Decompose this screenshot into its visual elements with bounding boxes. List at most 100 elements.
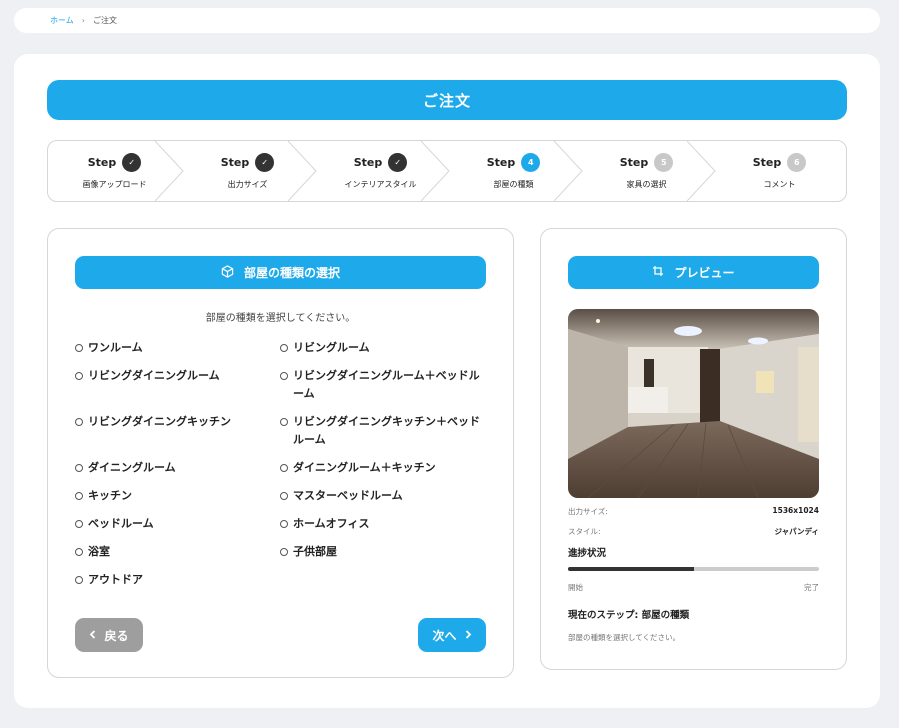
current-step-description: 部屋の種類を選択してください。	[568, 633, 681, 642]
preview-panel-header: プレビュー	[568, 256, 819, 289]
chevron-left-icon	[89, 628, 96, 642]
room-type-option[interactable]: ベッドルーム	[75, 515, 280, 533]
room-type-option-label: リビングダイニングルーム	[88, 369, 220, 382]
preview-panel: プレビュー 出力サイズ: 1536x1024 スタイル: ジャパンディ 進捗状況…	[540, 228, 847, 670]
option-row: リビングダイニングルーム リビングダイニングルーム＋ベッドルーム	[75, 367, 495, 403]
room-type-option-label: リビングダイニングキッチン	[88, 415, 231, 428]
radio-button[interactable]	[75, 372, 83, 380]
step-word: Step	[752, 155, 782, 169]
step-number-badge: 5	[654, 152, 674, 172]
step-word: Step	[353, 155, 383, 169]
radio-button[interactable]	[280, 492, 288, 500]
back-button-label: 戻る	[104, 628, 129, 643]
option-row: アウトドア	[75, 571, 495, 589]
room-type-instruction: 部屋の種類を選択してください。	[205, 313, 356, 324]
room-type-option-label: ダイニングルーム	[88, 461, 176, 474]
step-header: Step 5	[619, 152, 674, 172]
room-type-option[interactable]: リビングダイニングルーム＋ベッドルーム	[280, 367, 485, 403]
room-type-option-label: キッチン	[88, 489, 132, 502]
room-type-panel-title: 部屋の種類の選択	[243, 266, 340, 280]
room-type-panel-header: 部屋の種類の選択	[75, 256, 486, 289]
radio-button[interactable]	[280, 344, 288, 352]
room-type-option[interactable]: リビングダイニングルーム	[75, 367, 280, 403]
preview-panel-title: プレビュー	[674, 266, 735, 280]
step-word: Step	[619, 155, 649, 169]
cube-icon	[221, 264, 234, 281]
step-number-badge: 4	[521, 152, 541, 172]
room-type-option[interactable]: リビングダイニングキッチン＋ベッドルーム	[280, 413, 485, 449]
step-label: 家具の選択	[626, 179, 667, 189]
step-label: 部屋の種類	[493, 179, 534, 189]
room-type-option-label: リビングダイニングルーム＋ベッドルーム	[293, 369, 480, 400]
room-type-option[interactable]: ワンルーム	[75, 339, 280, 357]
room-type-option-label: 浴室	[88, 545, 110, 558]
check-icon: ✓	[388, 152, 408, 172]
room-type-option-label: マスターベッドルーム	[293, 489, 403, 502]
step-header: Step ✓	[88, 152, 142, 172]
radio-button[interactable]	[280, 372, 288, 380]
step-label: 出力サイズ	[227, 179, 268, 189]
radio-button[interactable]	[280, 418, 288, 426]
radio-button[interactable]	[75, 344, 83, 352]
radio-button[interactable]	[75, 464, 83, 472]
breadcrumb-current: ご注文	[92, 16, 117, 25]
radio-button[interactable]	[280, 464, 288, 472]
output-size-value: 1536x1024	[772, 506, 819, 515]
progress-end-label: 完了	[804, 583, 819, 592]
radio-button[interactable]	[75, 576, 83, 584]
room-type-options: ワンルーム リビングルームリビングダイニングルーム リビングダイニングルーム＋ベッド…	[75, 339, 495, 599]
step-label: インテリアスタイル	[344, 179, 417, 189]
progress-bar	[568, 567, 819, 571]
radio-button[interactable]	[75, 492, 83, 500]
check-icon: ✓	[122, 152, 142, 172]
progress-title: 進捗状況	[568, 548, 607, 559]
room-type-option-label: アウトドア	[88, 573, 143, 586]
option-row: ダイニングルーム ダイニングルーム＋キッチン	[75, 459, 495, 477]
room-type-option[interactable]: 子供部屋	[280, 543, 485, 561]
output-size-label: 出力サイズ:	[568, 507, 608, 516]
radio-button[interactable]	[75, 418, 83, 426]
preview-image	[568, 309, 819, 498]
breadcrumb-separator: ›	[81, 16, 85, 25]
room-type-option-label: リビングダイニングキッチン＋ベッドルーム	[293, 415, 480, 446]
room-type-option[interactable]: ダイニングルーム＋キッチン	[280, 459, 485, 477]
back-button[interactable]: 戻る	[75, 618, 143, 652]
radio-button[interactable]	[280, 548, 288, 556]
room-type-option[interactable]: アウトドア	[75, 571, 280, 589]
option-row: リビングダイニングキッチン リビングダイニングキッチン＋ベッドルーム	[75, 413, 495, 449]
step-header: Step ✓	[353, 152, 408, 172]
room-type-option-label: ホームオフィス	[293, 517, 370, 530]
breadcrumb-home-link[interactable]: ホーム	[50, 15, 74, 26]
room-type-option-label: 子供部屋	[293, 545, 337, 558]
room-type-option[interactable]: リビングダイニングキッチン	[75, 413, 280, 449]
next-button-label: 次へ	[432, 628, 457, 643]
progress-bar-fill	[568, 567, 694, 571]
step-header: Step 4	[487, 152, 541, 172]
option-row: キッチン マスターベッドルーム	[75, 487, 495, 505]
chevron-right-icon	[465, 628, 472, 642]
step-3: Step ✓ インテリアスタイル	[314, 141, 450, 201]
progress-labels: 開始 完了	[568, 582, 819, 593]
page-title: ご注文	[47, 80, 847, 120]
progress-start-label: 開始	[568, 583, 583, 592]
room-type-option[interactable]: ダイニングルーム	[75, 459, 280, 477]
step-label: コメント	[763, 179, 796, 189]
room-type-option[interactable]: 浴室	[75, 543, 280, 561]
radio-button[interactable]	[75, 548, 83, 556]
room-type-option[interactable]: マスターベッドルーム	[280, 487, 485, 505]
room-type-option[interactable]: ホームオフィス	[280, 515, 485, 533]
output-size-row: 出力サイズ: 1536x1024	[568, 506, 819, 517]
step-header: Step ✓	[221, 152, 275, 172]
next-button[interactable]: 次へ	[418, 618, 486, 652]
room-type-option[interactable]: キッチン	[75, 487, 280, 505]
style-row: スタイル: ジャパンディ	[568, 526, 819, 537]
style-value: ジャパンディ	[774, 527, 819, 536]
step-number-badge: 6	[787, 152, 807, 172]
breadcrumb: ホーム › ご注文	[14, 8, 880, 33]
room-type-option[interactable]: リビングルーム	[280, 339, 485, 357]
radio-button[interactable]	[280, 520, 288, 528]
radio-button[interactable]	[75, 520, 83, 528]
room-type-option-label: ベッドルーム	[88, 517, 154, 530]
room-type-panel: 部屋の種類の選択 部屋の種類を選択してください。 ワンルーム リビングルーム リビン…	[47, 228, 514, 678]
option-row: ワンルーム リビングルーム	[75, 339, 495, 357]
